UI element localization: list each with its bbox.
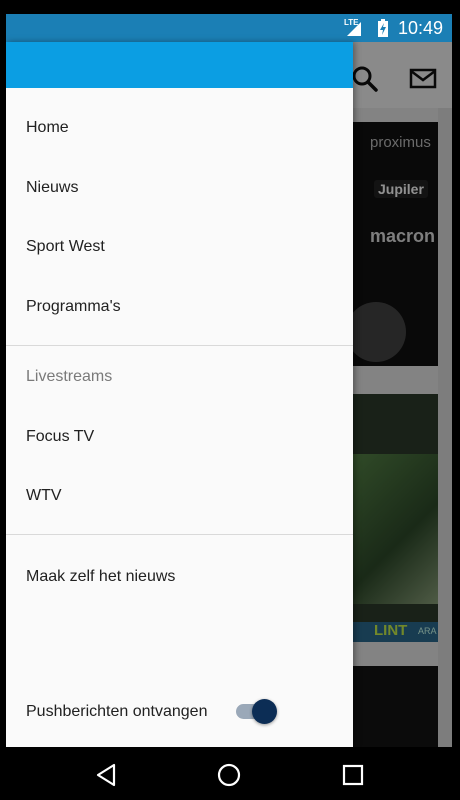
toggle-thumb [252,699,277,724]
app-window: proximus Jupiler macron LINT ARA LTE 10:… [6,14,452,747]
section-header-livestreams: Livestreams [26,368,113,385]
menu-item-maak-zelf-het-nieuws[interactable]: Maak zelf het nieuws [26,567,175,587]
back-icon[interactable] [94,762,120,788]
navigation-drawer: Home Nieuws Sport West Programma's Lives… [6,42,353,747]
divider [6,534,353,535]
status-bar: LTE 10:49 [6,14,452,42]
clock: 10:49 [398,18,444,38]
home-icon[interactable] [216,762,242,788]
divider [6,345,353,346]
menu-item-nieuws[interactable]: Nieuws [26,178,78,198]
battery-charging-icon [378,19,388,37]
menu-item-sport-west[interactable]: Sport West [26,237,105,257]
drawer-header [6,42,353,88]
recents-icon[interactable] [340,762,366,788]
navigation-bar [0,747,460,800]
menu-item-wtv[interactable]: WTV [26,486,62,506]
signal-icon [347,22,361,36]
menu-item-focus-tv[interactable]: Focus TV [26,427,94,447]
push-notifications-toggle[interactable] [236,699,278,725]
menu-item-programmas[interactable]: Programma's [26,297,121,317]
menu-item-home[interactable]: Home [26,118,69,138]
push-notifications-label: Pushberichten ontvangen [26,703,208,720]
